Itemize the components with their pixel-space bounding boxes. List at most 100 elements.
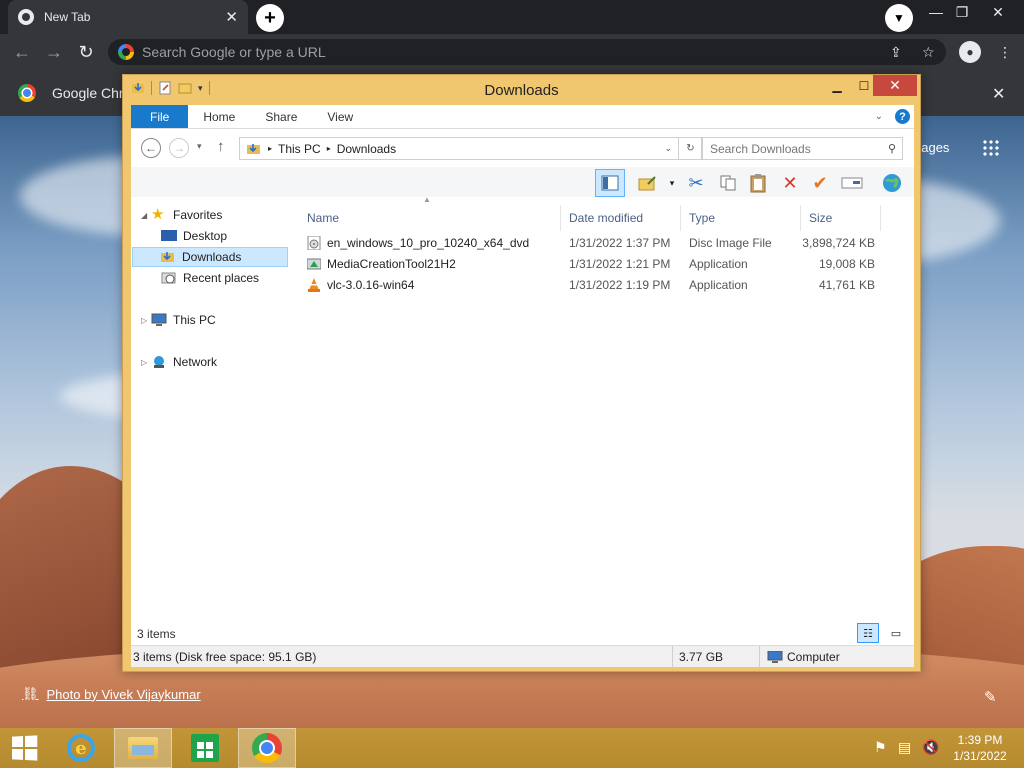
- tab-home[interactable]: Home: [188, 105, 250, 128]
- nav-this-pc[interactable]: ▷ This PC: [141, 310, 216, 330]
- search-downloads-input[interactable]: Search Downloads ⚲: [701, 137, 903, 160]
- recent-locations-chevron-icon[interactable]: ▾: [197, 141, 202, 152]
- file-type: Application: [689, 278, 748, 292]
- address-bar[interactable]: ▸ This PC ▸ Downloads ⌄: [239, 137, 679, 160]
- close-icon[interactable]: ✕: [873, 75, 917, 96]
- share-icon[interactable]: ⇪: [890, 44, 902, 61]
- infobar-text: Google Chro: [52, 85, 132, 101]
- internet-explorer-icon: e: [67, 734, 95, 762]
- dropdown-chevron-icon[interactable]: ▾: [659, 171, 685, 195]
- restore-icon[interactable]: ❐: [946, 0, 978, 24]
- tab-file[interactable]: File: [131, 105, 189, 128]
- nav-network[interactable]: ▷ Network: [141, 352, 217, 372]
- nav-label: Recent places: [183, 271, 260, 285]
- window-title: Downloads: [484, 82, 559, 99]
- tab-search-chevron-down-icon[interactable]: ▼: [885, 4, 913, 32]
- globe-icon[interactable]: [879, 171, 905, 195]
- taskbar-store[interactable]: [178, 728, 232, 768]
- file-row[interactable]: vlc-3.0.16-win64 1/31/2022 1:19 PM Appli…: [299, 275, 899, 296]
- file-name-text: vlc-3.0.16-win64: [327, 278, 415, 292]
- search-icon: ⚲: [887, 143, 896, 155]
- chrome-logo-icon: [18, 84, 36, 102]
- window-close-icon[interactable]: ✕: [982, 0, 1014, 24]
- status-divider: [672, 646, 673, 668]
- expanded-caret-icon[interactable]: ◢: [141, 211, 151, 220]
- breadcrumb-this-pc[interactable]: This PC: [278, 142, 321, 156]
- collapsed-caret-icon[interactable]: ▷: [141, 316, 151, 325]
- details-view-icon[interactable]: ☷: [857, 623, 879, 643]
- collapsed-caret-icon[interactable]: ▷: [141, 358, 151, 367]
- kebab-menu-icon[interactable]: ⋮: [998, 44, 1012, 61]
- nav-recent-places[interactable]: Recent places: [161, 268, 259, 288]
- taskbar-internet-explorer[interactable]: e: [56, 728, 106, 768]
- file-row[interactable]: en_windows_10_pro_10240_x64_dvd 1/31/202…: [299, 233, 899, 254]
- column-header-size[interactable]: Size: [801, 205, 881, 231]
- nav-favorites[interactable]: ◢ ★ Favorites: [141, 205, 222, 225]
- checkmark-icon[interactable]: ✔: [807, 171, 833, 195]
- new-tab-button[interactable]: +: [256, 4, 284, 32]
- breadcrumb-downloads[interactable]: Downloads: [337, 142, 396, 156]
- reload-icon[interactable]: ↻: [74, 40, 98, 64]
- computer-icon: [767, 650, 783, 663]
- taskbar-file-explorer[interactable]: [114, 728, 172, 768]
- volume-muted-icon[interactable]: 🔇: [922, 739, 939, 756]
- start-button[interactable]: [0, 728, 48, 768]
- file-row[interactable]: MediaCreationTool21H2 1/31/2022 1:21 PM …: [299, 254, 899, 275]
- large-icons-view-icon[interactable]: ▭: [885, 623, 907, 643]
- file-date: 1/31/2022 1:21 PM: [569, 257, 671, 271]
- cut-scissors-icon[interactable]: ✂: [683, 171, 709, 195]
- taskbar-clock[interactable]: 1:39 PM 1/31/2022: [948, 732, 1012, 764]
- photo-credit-link[interactable]: ⛓ Photo by Vivek Vijaykumar: [22, 686, 201, 702]
- breadcrumb-chevron-icon[interactable]: ▸: [268, 144, 272, 153]
- file-name-text: MediaCreationTool21H2: [327, 257, 456, 271]
- back-arrow-icon[interactable]: ←: [10, 40, 34, 64]
- column-header-date-modified[interactable]: Date modified: [561, 205, 681, 231]
- disc-image-file-icon: [307, 236, 321, 250]
- network-status-icon[interactable]: ▤: [898, 739, 911, 756]
- nav-desktop[interactable]: Desktop: [161, 226, 227, 246]
- bookmark-star-icon[interactable]: ☆: [922, 44, 935, 61]
- taskbar-chrome[interactable]: [238, 728, 296, 768]
- tab-view[interactable]: View: [312, 105, 368, 128]
- column-header-name[interactable]: Name: [299, 205, 561, 231]
- back-arrow-icon[interactable]: ←: [141, 138, 161, 158]
- view-toggle-group: ☷ ▭: [857, 623, 907, 643]
- customize-pencil-icon[interactable]: ✎: [984, 688, 997, 706]
- nav-label: Network: [173, 355, 218, 369]
- breadcrumb-chevron-icon[interactable]: ▸: [327, 144, 331, 153]
- store-icon: [191, 734, 219, 762]
- paste-clipboard-icon[interactable]: [745, 171, 771, 195]
- expand-ribbon-chevron-icon[interactable]: ⌄: [875, 111, 883, 122]
- column-header-type[interactable]: Type: [681, 205, 801, 231]
- nav-downloads[interactable]: Downloads: [132, 247, 288, 267]
- delete-x-icon[interactable]: ✕: [777, 171, 803, 195]
- forward-arrow-icon[interactable]: →: [169, 138, 189, 158]
- forward-arrow-icon[interactable]: →: [42, 40, 66, 64]
- clock-date: 1/31/2022: [953, 749, 1007, 763]
- omnibox-search-input[interactable]: Search Google or type a URL: [108, 39, 946, 65]
- refresh-icon[interactable]: ↻: [679, 137, 703, 160]
- ribbon-tabs: File Home Share View ⌄ ?: [131, 105, 914, 129]
- title-bar[interactable]: ▾ Downloads ▁ ☐ ✕: [123, 75, 920, 105]
- address-dropdown-icon[interactable]: ⌄: [664, 143, 672, 154]
- action-center-flag-icon[interactable]: ⚑: [874, 739, 887, 756]
- edit-folder-icon[interactable]: [635, 171, 661, 195]
- up-arrow-icon[interactable]: ↑: [217, 138, 225, 155]
- copy-icon[interactable]: [715, 171, 741, 195]
- tab-new-tab[interactable]: New Tab ✕: [8, 0, 248, 34]
- status-bar: 3 items (Disk free space: 95.1 GB) 3.77 …: [131, 645, 914, 668]
- rename-icon[interactable]: [839, 171, 865, 195]
- explorer-content: ← → ▾ ↑ ▸ This PC ▸ Downloads ⌄ ↻ Search…: [131, 129, 914, 665]
- tab-share[interactable]: Share: [250, 105, 312, 128]
- minimize-icon[interactable]: ▁: [823, 75, 851, 96]
- infobar-close-icon[interactable]: ✕: [992, 84, 1005, 104]
- apps-grid-icon[interactable]: [982, 139, 1000, 157]
- file-size: 3,898,724 KB: [802, 236, 875, 250]
- help-icon[interactable]: ?: [895, 109, 910, 124]
- windows-taskbar: e ⚑ ▤ 🔇 1:39 PM 1/31/2022: [0, 728, 1024, 768]
- vlc-cone-icon: [308, 278, 320, 292]
- profile-avatar-icon[interactable]: ●: [959, 41, 981, 63]
- navigation-pane: ◢ ★ Favorites Desktop Downloads Recent p…: [131, 205, 291, 645]
- tab-close-icon[interactable]: ✕: [225, 8, 238, 26]
- preview-pane-icon[interactable]: [595, 169, 625, 197]
